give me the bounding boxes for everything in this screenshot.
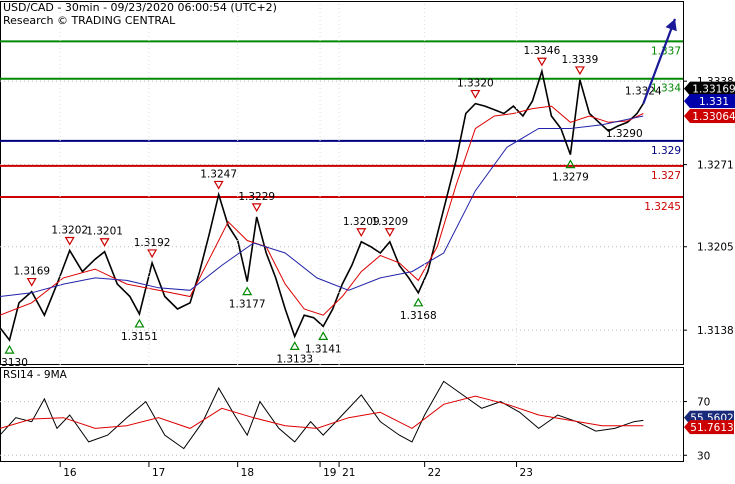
level-mark-label: 1.3290 <box>606 128 643 140</box>
high-label: 1.3209 <box>371 216 408 228</box>
level-label: 1.337 <box>651 45 681 57</box>
high-label: 1.3320 <box>457 78 494 90</box>
low-label: 1.3168 <box>400 310 437 322</box>
time-tick-label: 17 <box>152 467 165 479</box>
price-badge-label: 1.33064 <box>692 111 735 123</box>
high-label: 1.3229 <box>238 191 275 203</box>
rsi-title: RSI14 - 9MA <box>3 369 68 381</box>
high-label: 1.3201 <box>86 226 123 238</box>
rsi-badges: 55.560251.7613 <box>684 410 734 435</box>
time-tick-label: 16 <box>63 467 77 479</box>
level-label: 1.329 <box>651 145 681 157</box>
high-label: 1.3247 <box>200 168 237 180</box>
low-label: 1.3141 <box>305 343 342 355</box>
price-badge-label: 1.33169 <box>692 84 735 96</box>
rsi-badge-label: 51.7613 <box>690 422 733 434</box>
high-label: 1.3169 <box>13 266 50 278</box>
chart-svg: 1.3371.3341.3291.3271.3245 1.31301.31691… <box>0 0 735 480</box>
time-tick-label: 23 <box>520 467 533 479</box>
rsi-tick-label: 70 <box>697 397 710 409</box>
price-tick-label: 1.3205 <box>697 242 734 254</box>
low-label: 1.3177 <box>229 299 266 311</box>
price-tick-label: 1.3138 <box>697 325 734 337</box>
price-tick-label: 1.3271 <box>697 160 734 172</box>
price-badge-label: 1.331 <box>699 96 729 108</box>
chart-title: USD/CAD - 30min - 09/23/2020 06:00:54 (U… <box>3 1 277 14</box>
time-tick-label: 19 <box>323 467 336 479</box>
time-tick-label: 21 <box>342 467 355 479</box>
price-badges: 1.331691.331 1.33064 <box>684 81 735 124</box>
low-label: 1.3279 <box>552 172 589 184</box>
low-label: 1.3151 <box>121 331 158 343</box>
high-label: 1.3192 <box>134 237 171 249</box>
rsi-tick-label: 30 <box>697 450 710 462</box>
high-label: 1.3202 <box>51 224 88 236</box>
chart-root: 1.3371.3341.3291.3271.3245 1.31301.31691… <box>0 0 735 480</box>
chart-subtitle: Research © TRADING CENTRAL <box>3 14 176 27</box>
level-mark-label: 1.3324 <box>625 86 662 98</box>
time-tick-label: 22 <box>428 467 441 479</box>
high-label: 1.3339 <box>562 54 599 66</box>
level-label: 1.3245 <box>644 201 681 213</box>
time-tick-label: 18 <box>241 467 254 479</box>
level-label: 1.327 <box>651 170 681 182</box>
high-label: 1.3346 <box>524 45 561 57</box>
